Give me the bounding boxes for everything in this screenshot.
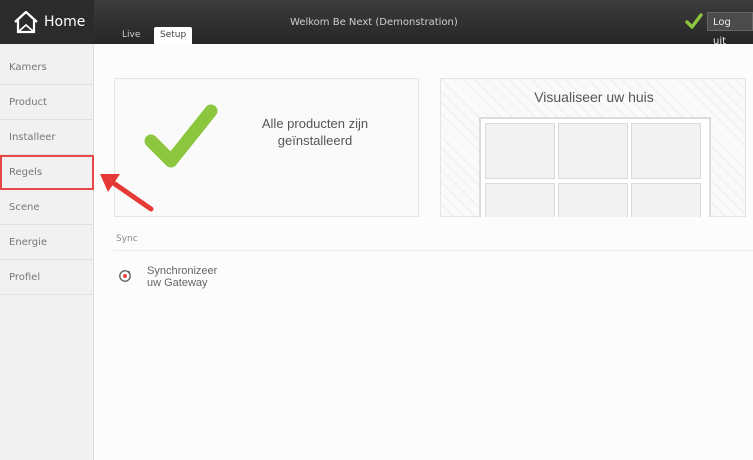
visualize-house-card[interactable]: Visualiseer uw huis: [440, 78, 746, 217]
installed-status-card: Alle producten zijn geïnstalleerd: [114, 78, 419, 217]
sync-gateway-label-line1: Synchronizeer: [147, 265, 218, 277]
visualize-house-title: Visualiseer uw huis: [534, 89, 654, 105]
room-tile: [558, 183, 628, 217]
top-bar: Home Live Setup Welkom Be Next (Demonstr…: [0, 0, 753, 47]
check-icon: [144, 104, 218, 168]
tab-live[interactable]: Live: [116, 27, 146, 44]
room-tile: [485, 183, 555, 217]
check-icon: [685, 13, 703, 29]
room-tile: [485, 123, 555, 179]
room-tile: [631, 123, 701, 179]
sync-gateway-label-line2: uw Gateway: [147, 277, 208, 289]
tab-setup[interactable]: Setup: [154, 27, 193, 44]
sync-gateway-button[interactable]: Synchronizeer uw Gateway: [115, 265, 275, 295]
sidebar-item-regels[interactable]: Regels: [0, 155, 94, 190]
sidebar: Kamers Product Installeer Regels Scene E…: [0, 44, 94, 460]
sidebar-item-energie[interactable]: Energie: [0, 225, 94, 260]
installed-message-line1: Alle producten zijn: [261, 116, 369, 131]
installed-message: Alle producten zijn geïnstalleerd: [240, 115, 390, 149]
welcome-text: Welkom Be Next (Demonstration): [290, 17, 458, 28]
house-outline-icon: [14, 10, 38, 34]
section-divider: [113, 250, 753, 251]
main-content: Alle producten zijn geïnstalleerd Visual…: [95, 44, 753, 460]
sidebar-item-kamers[interactable]: Kamers: [0, 50, 94, 85]
sync-icon: [119, 270, 131, 282]
logout-button[interactable]: Log uit: [707, 12, 753, 47]
home-label: Home: [44, 14, 86, 30]
room-tile: [631, 183, 701, 217]
sidebar-item-installeer[interactable]: Installeer: [0, 120, 94, 155]
house-floorplan: [479, 117, 711, 217]
arrow-icon: [100, 174, 154, 212]
sync-gateway-label: Synchronizeer uw Gateway: [147, 265, 257, 289]
sidebar-item-scene[interactable]: Scene: [0, 190, 94, 225]
section-label-sync: Sync: [116, 234, 138, 244]
installed-message-line2: geïnstalleerd: [277, 133, 353, 148]
sidebar-item-profiel[interactable]: Profiel: [0, 260, 94, 295]
sidebar-item-product[interactable]: Product: [0, 85, 94, 120]
room-tile: [558, 123, 628, 179]
home-link[interactable]: Home: [0, 0, 94, 44]
